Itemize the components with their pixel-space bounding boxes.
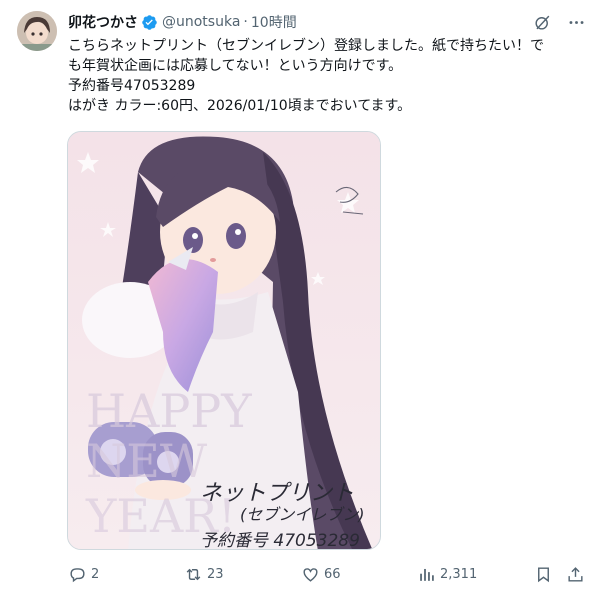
tweet-text: こちらネットプリント（セブンイレブン）登録しました。紙で持ちたい！で も年賀状企… <box>68 36 588 116</box>
share-icon <box>568 566 583 582</box>
views-icon <box>420 568 434 581</box>
reply-button[interactable]: 2 <box>68 563 99 585</box>
share-button[interactable] <box>566 563 585 585</box>
action-bar: 2 23 66 2,311 <box>68 563 588 585</box>
media-overlay-text: NEW <box>86 434 208 488</box>
grok-icon[interactable] <box>532 12 552 32</box>
bookmark-icon <box>538 566 549 582</box>
reply-icon <box>70 567 85 582</box>
repost-count: 23 <box>207 566 224 582</box>
views-count: 2,311 <box>440 566 478 582</box>
header-icons <box>532 12 586 32</box>
like-count: 66 <box>324 566 341 582</box>
author-name[interactable]: 卯花つかさ <box>68 12 138 32</box>
timestamp[interactable]: 10時間 <box>251 12 297 32</box>
like-icon <box>303 567 318 582</box>
tweet-text-line: 予約番号47053289 <box>68 78 196 94</box>
media-overlay-text: HAPPY <box>86 384 252 438</box>
tweet-header: 卯花つかさ @unotsuka · 10時間 <box>68 11 586 33</box>
tweet-text-line: はがき カラー:60円、2026/01/10頃までおいてます。 <box>68 98 412 114</box>
handwritten-text: (セブンイレブン) <box>240 505 365 524</box>
more-icon[interactable] <box>566 12 586 32</box>
handwritten-text: 予約番号 47053289 <box>200 531 360 550</box>
handwritten-text: ネットプリント <box>200 481 354 506</box>
repost-icon <box>186 568 201 580</box>
like-button[interactable]: 66 <box>301 563 341 585</box>
tweet[interactable]: 卯花つかさ @unotsuka · 10時間 こちらネットプリント（セブンイレブ… <box>0 0 598 598</box>
tweet-text-line: も年賀状企画には応募してない！という方向けです。 <box>68 58 403 74</box>
views-button[interactable]: 2,311 <box>417 563 477 585</box>
author-handle[interactable]: @unotsuka <box>162 14 240 30</box>
verified-badge-icon <box>141 14 158 31</box>
tweet-media-image[interactable]: HAPPY NEW YEAR! ネットプリント (セブンイレブン) 予約番号 4… <box>67 131 381 550</box>
bookmark-button[interactable] <box>534 563 553 585</box>
tweet-text-line: こちらネットプリント（セブンイレブン）登録しました。紙で持ちたい！で <box>68 38 544 54</box>
reply-count: 2 <box>91 566 100 582</box>
avatar[interactable] <box>17 11 57 51</box>
repost-button[interactable]: 23 <box>184 563 224 585</box>
separator-dot: · <box>243 14 248 30</box>
